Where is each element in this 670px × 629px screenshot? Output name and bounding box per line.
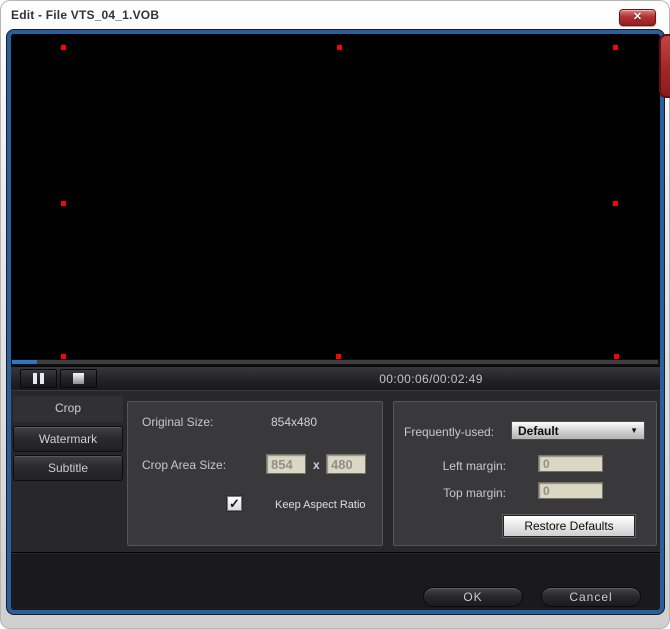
keep-aspect-label: Keep Aspect Ratio bbox=[275, 499, 366, 511]
tab-crop-label: Crop bbox=[55, 401, 81, 415]
close-button[interactable]: ✕ bbox=[619, 9, 656, 26]
pause-button[interactable] bbox=[20, 369, 57, 388]
restore-defaults-button[interactable]: Restore Defaults bbox=[503, 515, 635, 537]
footer: OK Cancel bbox=[11, 552, 660, 610]
client-area: 00:00:06/00:02:49 Crop Watermark Subtitl… bbox=[7, 30, 664, 614]
stop-button[interactable] bbox=[60, 369, 97, 388]
crop-handle[interactable] bbox=[613, 201, 618, 206]
tab-subtitle[interactable]: Subtitle bbox=[13, 455, 123, 481]
window-title: Edit - File VTS_04_1.VOB bbox=[11, 8, 159, 22]
seek-bar[interactable] bbox=[11, 359, 660, 366]
original-size-label: Original Size: bbox=[142, 415, 213, 429]
margin-panel: Frequently-used: Default ▼ Left margin: … bbox=[393, 401, 657, 546]
side-flyout-tab[interactable] bbox=[659, 34, 670, 98]
pause-icon bbox=[33, 373, 44, 384]
left-margin-input[interactable] bbox=[538, 455, 603, 472]
playback-control-bar: 00:00:06/00:02:49 bbox=[11, 366, 660, 390]
size-separator: x bbox=[313, 458, 320, 472]
titlebar[interactable]: Edit - File VTS_04_1.VOB ✕ bbox=[0, 0, 670, 30]
frequently-used-dropdown[interactable]: Default ▼ bbox=[511, 421, 645, 440]
progress-fill bbox=[12, 360, 37, 364]
ok-button[interactable]: OK bbox=[423, 587, 523, 607]
tab-subtitle-label: Subtitle bbox=[48, 461, 88, 475]
tab-watermark[interactable]: Watermark bbox=[13, 426, 123, 452]
original-size-value: 854x480 bbox=[271, 415, 317, 429]
edit-settings-section: Crop Watermark Subtitle Original Size: 8… bbox=[11, 390, 660, 552]
chevron-down-icon: ▼ bbox=[630, 426, 644, 435]
crop-handle[interactable] bbox=[61, 201, 66, 206]
video-area[interactable] bbox=[11, 34, 660, 359]
checkmark-icon: ✓ bbox=[229, 496, 240, 511]
crop-handle[interactable] bbox=[613, 45, 618, 50]
crop-size-panel: Original Size: 854x480 Crop Area Size: x… bbox=[127, 401, 383, 546]
crop-area-size-label: Crop Area Size: bbox=[142, 458, 226, 472]
left-margin-label: Left margin: bbox=[424, 459, 506, 473]
top-margin-label: Top margin: bbox=[424, 486, 506, 500]
crop-handle[interactable] bbox=[337, 45, 342, 50]
tab-crop[interactable]: Crop bbox=[13, 396, 123, 422]
crop-width-input[interactable] bbox=[266, 454, 306, 474]
stop-icon bbox=[73, 373, 84, 384]
top-margin-input[interactable] bbox=[538, 482, 603, 499]
seek-track[interactable] bbox=[12, 360, 658, 364]
close-icon: ✕ bbox=[633, 11, 642, 23]
crop-handle[interactable] bbox=[61, 45, 66, 50]
frequently-used-label: Frequently-used: bbox=[404, 425, 494, 439]
time-display: 00:00:06/00:02:49 bbox=[341, 367, 521, 390]
crop-height-input[interactable] bbox=[326, 454, 366, 474]
keep-aspect-checkbox[interactable]: ✓ bbox=[227, 496, 242, 511]
frequently-used-value: Default bbox=[512, 424, 630, 438]
tab-watermark-label: Watermark bbox=[39, 432, 97, 446]
edit-dialog-window: Edit - File VTS_04_1.VOB ✕ 00:00:06/00:0… bbox=[0, 0, 670, 629]
cancel-button[interactable]: Cancel bbox=[541, 587, 641, 607]
